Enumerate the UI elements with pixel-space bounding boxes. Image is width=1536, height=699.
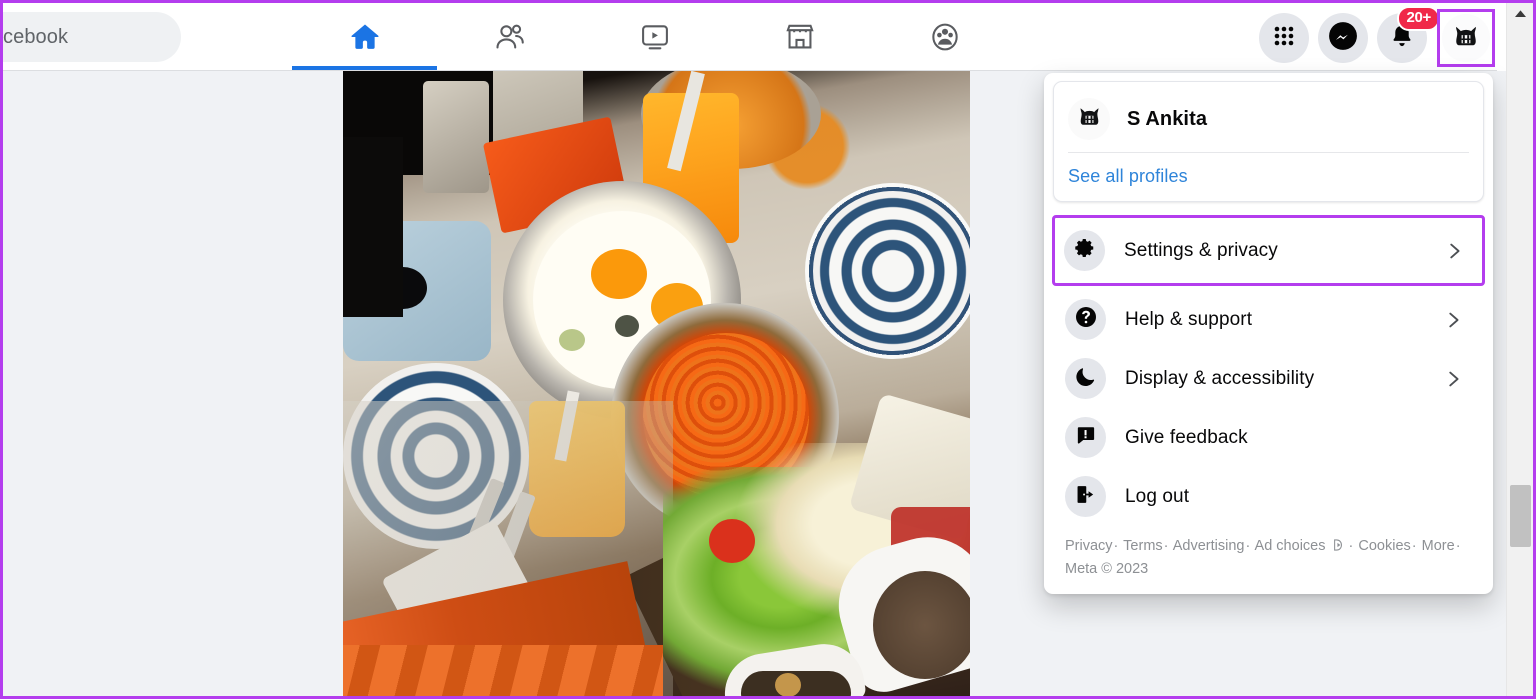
scroll-up-button[interactable]	[1507, 3, 1533, 25]
feedback-icon	[1074, 424, 1097, 452]
profile-row[interactable]: S Ankita	[1068, 92, 1469, 152]
chevron-right-icon	[1443, 240, 1473, 262]
menu-item-display-accessibility[interactable]: Display & accessibility	[1053, 349, 1484, 408]
profile-card: S Ankita See all profiles	[1053, 81, 1484, 202]
footer-link-cookies[interactable]: Cookies	[1358, 538, 1410, 554]
menu-item-label: Settings & privacy	[1124, 239, 1278, 261]
messenger-icon	[1328, 21, 1358, 56]
moon-icon-wrap	[1065, 358, 1106, 399]
footer-link-more[interactable]: More	[1422, 538, 1455, 554]
footer-separator: ·	[1411, 538, 1417, 554]
menu-item-label: Display & accessibility	[1125, 367, 1315, 389]
nav-tab-home[interactable]	[292, 3, 438, 70]
nav-tab-friends[interactable]	[437, 3, 582, 70]
footer-separator: ·	[1455, 538, 1461, 554]
grid-menu-button[interactable]	[1259, 13, 1309, 63]
home-icon	[348, 20, 382, 54]
messenger-button[interactable]	[1318, 13, 1368, 63]
avatar	[1068, 98, 1110, 140]
footer-copyright: Meta © 2023	[1065, 561, 1149, 577]
search-input-value: cebook	[3, 25, 69, 48]
breakfast-photo	[343, 71, 970, 696]
nav-tab-video[interactable]	[582, 3, 727, 70]
topbar-right-filler	[1497, 3, 1506, 71]
caret-up-icon	[1514, 5, 1527, 23]
marketplace-icon	[783, 20, 817, 54]
logout-icon-wrap	[1065, 476, 1106, 517]
feedback-icon-wrap	[1065, 417, 1106, 458]
logout-icon	[1074, 483, 1097, 511]
chevron-right-icon	[1442, 309, 1472, 331]
see-all-profiles-link[interactable]: See all profiles	[1068, 153, 1469, 189]
menu-item-settings-privacy[interactable]: Settings & privacy	[1052, 215, 1485, 286]
menu-item-label: Log out	[1125, 485, 1190, 507]
page-scrollbar[interactable]	[1506, 3, 1533, 696]
search-input[interactable]: cebook	[3, 12, 181, 62]
avatar	[1442, 14, 1490, 62]
question-circle-icon-wrap	[1065, 299, 1106, 340]
gear-icon-wrap	[1064, 230, 1105, 271]
nav-tab-groups[interactable]	[873, 3, 1018, 70]
menu-item-label: Help & support	[1125, 308, 1253, 330]
gear-icon	[1074, 237, 1096, 264]
menu-item-give-feedback[interactable]: Give feedback	[1053, 408, 1484, 467]
menu-item-help-support[interactable]: Help & support	[1053, 290, 1484, 349]
menu-item-label: Give feedback	[1125, 426, 1248, 448]
chevron-right-icon	[1442, 368, 1472, 390]
profile-name: S Ankita	[1127, 107, 1208, 130]
footer-link-terms[interactable]: Terms	[1123, 538, 1162, 554]
groups-icon	[928, 20, 962, 54]
account-avatar-icon	[1076, 103, 1103, 135]
topbar-right-actions: 20+	[1259, 6, 1495, 67]
footer-link-advertising[interactable]: Advertising	[1173, 538, 1245, 554]
footer-link-privacy[interactable]: Privacy	[1065, 538, 1113, 554]
dropdown-footer-links: Privacy· Terms· Advertising· Ad choices …	[1053, 526, 1484, 588]
notification-badge: 20+	[1397, 6, 1440, 31]
footer-link-ad-choices[interactable]: Ad choices	[1255, 538, 1326, 554]
grid-menu-icon	[1272, 24, 1296, 53]
account-dropdown-menu: S Ankita See all profiles Settings & pri…	[1044, 73, 1493, 594]
main-nav-tabs	[292, 3, 1018, 70]
moon-icon	[1074, 365, 1097, 393]
video-icon	[638, 20, 672, 54]
friends-icon	[493, 20, 527, 54]
footer-separator: ·	[1348, 538, 1354, 554]
scrollbar-thumb[interactable]	[1510, 485, 1531, 547]
feed-post-image[interactable]	[343, 71, 970, 696]
nav-tab-marketplace[interactable]	[728, 3, 873, 70]
footer-separator: ·	[1113, 538, 1119, 554]
menu-item-log-out[interactable]: Log out	[1053, 467, 1484, 526]
question-circle-icon	[1074, 305, 1098, 334]
account-menu-button[interactable]	[1437, 9, 1495, 67]
browser-viewport: cebook 20+ S Ankita See all profiles Set…	[0, 0, 1536, 699]
ad-choices-icon	[1332, 538, 1346, 559]
account-avatar-icon	[1451, 21, 1481, 56]
notifications-button[interactable]: 20+	[1377, 6, 1440, 63]
footer-separator: ·	[1163, 538, 1169, 554]
footer-separator: ·	[1245, 538, 1251, 554]
facebook-top-navigation-bar: cebook 20+	[3, 3, 1533, 71]
